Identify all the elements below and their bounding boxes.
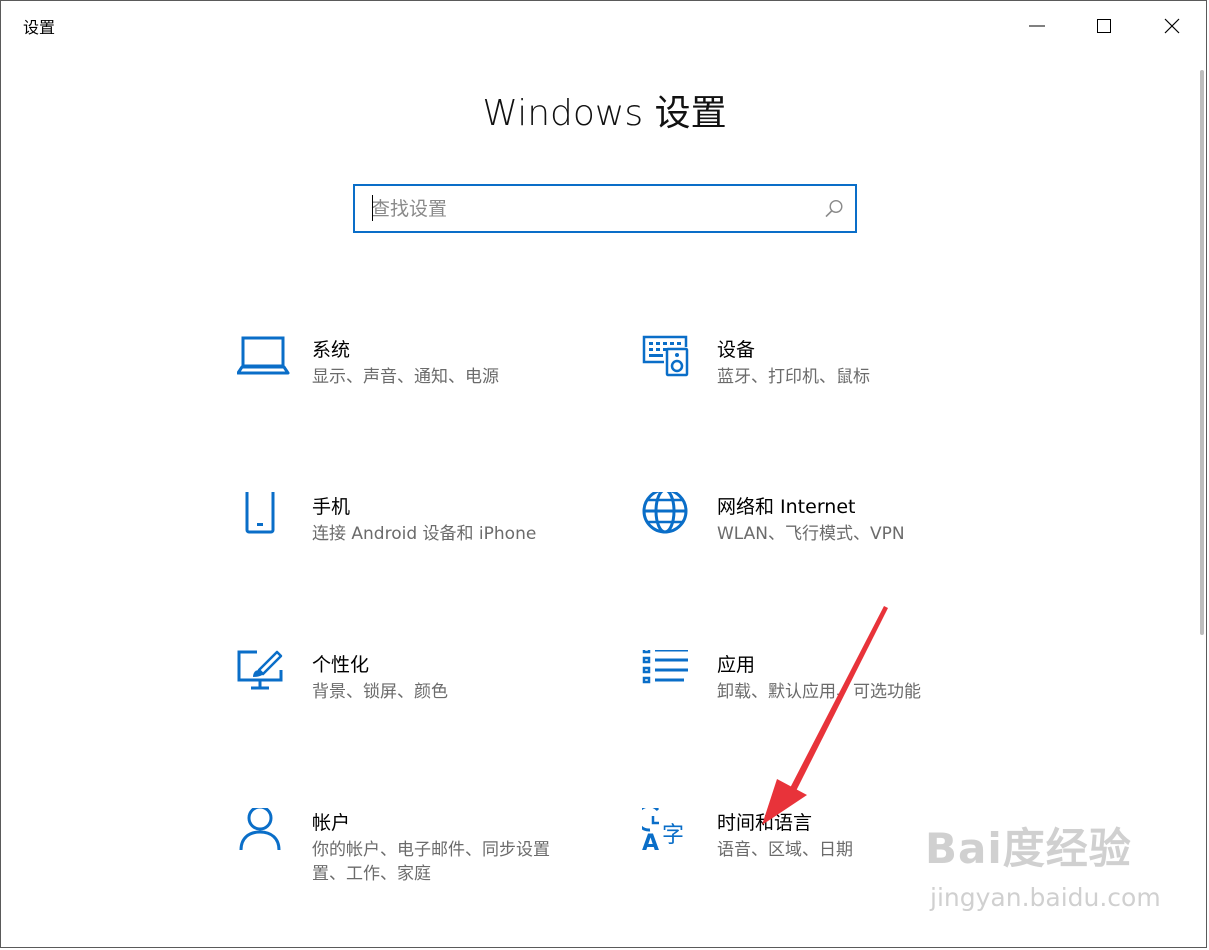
search-box[interactable] — [353, 184, 857, 233]
tile-subtitle: 显示、声音、通知、电源 — [312, 367, 499, 387]
tile-subtitle: WLAN、飞行模式、VPN — [717, 524, 905, 544]
baidu-watermark: Bai度经验 jingyan.baidu.com — [925, 815, 1175, 930]
tile-title: 帐户 — [312, 812, 351, 834]
minimize-button[interactable] — [1005, 0, 1069, 52]
app-list-icon — [642, 650, 688, 684]
maximize-button[interactable] — [1072, 0, 1136, 52]
laptop-icon — [237, 336, 290, 375]
window-title: 设置 — [23, 18, 56, 37]
phone-icon — [245, 492, 275, 534]
tile-subtitle-line1: 你的帐户、电子邮件、同步设置 — [312, 840, 550, 860]
tile-title: 系统 — [312, 339, 351, 361]
tile-title: 应用 — [717, 654, 756, 676]
window-frame — [0, 0, 1207, 948]
scrollbar-thumb[interactable] — [1200, 70, 1204, 635]
tile-system[interactable]: 系统 显示、声音、通知、电源 — [237, 335, 617, 455]
tile-personalization[interactable]: 个性化 背景、锁屏、颜色 — [237, 650, 617, 770]
tile-subtitle: 你的帐户、电子邮件、同步设置 置、工作、家庭 — [312, 838, 550, 886]
keyboard-speaker-icon — [642, 335, 689, 377]
watermark-logo: Bai度经验 — [925, 824, 1132, 873]
tile-phone[interactable]: 手机 连接 Android 设备和 iPhone — [237, 492, 617, 612]
tile-subtitle: 蓝牙、打印机、鼠标 — [717, 367, 870, 387]
tile-title: 网络和 Internet — [717, 496, 856, 518]
search-icon[interactable] — [823, 198, 845, 220]
svg-text:A: A — [642, 831, 659, 856]
tile-subtitle: 语音、区域、日期 — [717, 840, 853, 860]
scrollbar[interactable] — [1198, 70, 1206, 930]
tile-title: 个性化 — [312, 654, 370, 676]
globe-icon — [642, 492, 688, 534]
red-arrow-annotation — [762, 606, 888, 825]
search-input[interactable] — [371, 186, 811, 231]
minimize-icon — [1029, 25, 1045, 27]
tile-subtitle-line2: 置、工作、家庭 — [312, 864, 431, 884]
tile-subtitle: 背景、锁屏、颜色 — [312, 682, 448, 702]
brush-monitor-icon — [237, 650, 283, 690]
clock-language-icon: A 字 — [642, 808, 684, 856]
person-icon — [239, 808, 281, 851]
maximize-icon — [1097, 19, 1111, 33]
close-icon — [1164, 18, 1180, 34]
page-title: Windows 设置 — [482, 93, 727, 134]
close-button[interactable] — [1140, 0, 1204, 52]
tile-network[interactable]: 网络和 Internet WLAN、飞行模式、VPN — [642, 492, 1022, 612]
svg-text:字: 字 — [662, 823, 684, 848]
tile-title: 设备 — [717, 339, 756, 361]
title-bar[interactable]: 设置 — [0, 0, 1209, 52]
tile-subtitle: 连接 Android 设备和 iPhone — [312, 524, 537, 544]
tile-devices[interactable]: 设备 蓝牙、打印机、鼠标 — [642, 335, 1022, 455]
watermark-url: jingyan.baidu.com — [930, 883, 1161, 912]
tile-title: 手机 — [312, 496, 351, 518]
tile-accounts[interactable]: 帐户 你的帐户、电子邮件、同步设置 置、工作、家庭 — [237, 808, 617, 928]
text-cursor — [372, 195, 373, 221]
